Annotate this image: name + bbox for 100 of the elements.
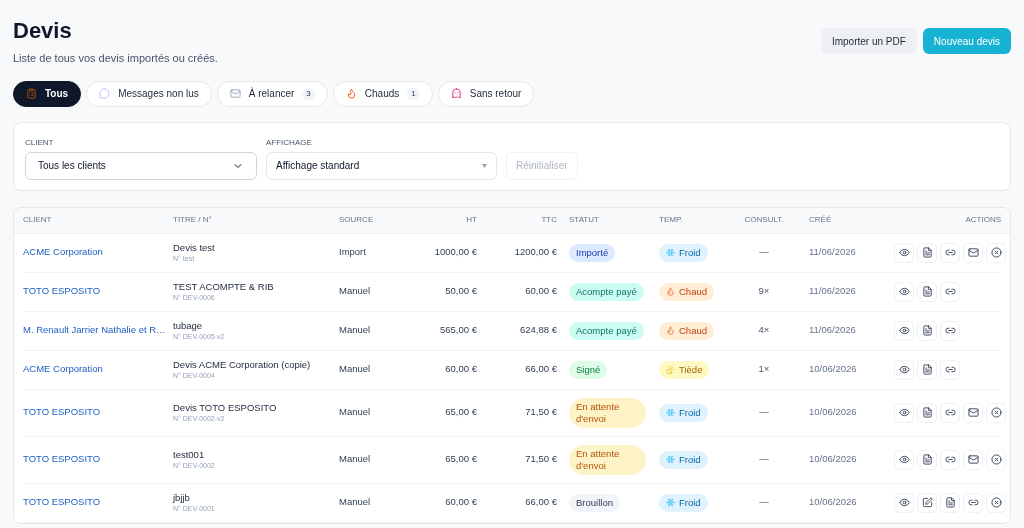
quote-title: Devis test <box>173 242 216 254</box>
document-button[interactable] <box>917 320 937 341</box>
cancel-button[interactable] <box>986 449 1006 470</box>
column-header: CONSULT. <box>743 214 785 226</box>
document-icon <box>921 454 933 465</box>
close-circle-icon <box>990 454 1002 465</box>
column-header: STATUT <box>568 214 600 226</box>
amount-ttc: 624,88 € <box>520 324 557 336</box>
status-badge: Acompte payé <box>569 282 644 301</box>
sun-cloud-icon <box>666 365 675 374</box>
flame-icon <box>666 326 675 335</box>
temperature-badge: Froid <box>659 403 708 422</box>
column-header: CRÉÉ <box>808 214 833 226</box>
link-button[interactable] <box>940 281 960 302</box>
client-select[interactable]: Tous les clients <box>25 151 257 180</box>
import-pdf-button[interactable]: Importer un PDF <box>820 28 917 54</box>
link-button[interactable] <box>963 492 983 513</box>
edit-button[interactable] <box>917 492 937 513</box>
view-count: — <box>759 246 769 258</box>
view-button[interactable] <box>894 402 914 423</box>
view-button[interactable] <box>894 281 914 302</box>
view-button[interactable] <box>894 242 914 263</box>
document-icon <box>921 407 933 418</box>
document-button[interactable] <box>917 281 937 302</box>
link-button[interactable] <box>940 320 960 341</box>
created-date: 10/06/2026 <box>809 453 857 465</box>
temperature-badge: Froid <box>659 450 708 469</box>
document-button[interactable] <box>917 359 937 380</box>
document-button[interactable] <box>917 402 937 423</box>
close-circle-icon <box>990 497 1002 508</box>
filter-tab[interactable]: Messages non lus <box>86 80 212 107</box>
source-text: Import <box>339 246 366 258</box>
source-text: Manuel <box>339 285 371 297</box>
view-button[interactable] <box>894 359 914 380</box>
client-link[interactable]: TOTO ESPOSITO <box>23 285 101 297</box>
link-icon <box>944 286 956 297</box>
status-badge: Acompte payé <box>569 321 644 340</box>
amount-ht: 65,00 € <box>445 453 477 465</box>
link-button[interactable] <box>940 359 960 380</box>
client-link[interactable]: TOTO ESPOSITO <box>23 453 101 465</box>
amount-ht: 65,00 € <box>445 406 477 418</box>
page-subtitle: Liste de tous vos devis importés ou créés. <box>13 51 218 66</box>
client-link[interactable]: ACME Corporation <box>23 246 103 258</box>
status-badge: En attente d'envoi <box>569 444 646 475</box>
source-text: Manuel <box>339 496 371 508</box>
view-button[interactable] <box>894 320 914 341</box>
document-button[interactable] <box>917 242 937 263</box>
status-badge: En attente d'envoi <box>569 397 646 428</box>
document-button[interactable] <box>940 492 960 513</box>
display-select[interactable]: Affichage standard <box>266 151 497 180</box>
client-link[interactable]: M. Renault Jarrier Nathalie et R… <box>23 324 166 336</box>
column-header: TTC <box>540 214 557 226</box>
email-button[interactable] <box>963 402 983 423</box>
clipboard-icon <box>26 88 37 99</box>
close-circle-icon <box>990 247 1002 258</box>
caret-icon <box>482 163 487 168</box>
view-button[interactable] <box>894 449 914 470</box>
view-count: — <box>759 406 769 418</box>
document-button[interactable] <box>917 449 937 470</box>
amount-ttc: 1200,00 € <box>514 246 557 258</box>
filter-tab[interactable]: Chauds 1 <box>332 80 433 107</box>
amount-ttc: 71,50 € <box>525 453 557 465</box>
quote-title: TEST ACOMPTE & RIB <box>173 281 275 293</box>
amount-ht: 60,00 € <box>445 496 477 508</box>
envelope-icon <box>967 247 979 258</box>
snowflake-icon <box>666 408 675 417</box>
view-count: 4× <box>758 324 770 336</box>
cancel-button[interactable] <box>986 402 1006 423</box>
client-link[interactable]: ACME Corporation <box>23 363 103 375</box>
temperature-badge: Chaud <box>659 282 714 301</box>
temperature-badge: Froid <box>659 493 708 512</box>
column-header: TITRE / N° <box>173 214 213 226</box>
column-header: HT <box>465 214 477 226</box>
email-button[interactable] <box>963 242 983 263</box>
link-button[interactable] <box>940 242 960 263</box>
column-header: TEMP. <box>659 214 684 226</box>
snowflake-icon <box>666 455 675 464</box>
filter-tab[interactable]: À relancer 3 <box>216 80 328 107</box>
envelope-icon <box>967 407 979 418</box>
eye-icon <box>898 286 910 297</box>
eye-icon <box>898 454 910 465</box>
link-button[interactable] <box>940 449 960 470</box>
email-button[interactable] <box>963 449 983 470</box>
filter-tab[interactable]: Tous <box>13 80 82 107</box>
created-date: 11/06/2026 <box>809 285 856 297</box>
eye-icon <box>898 364 910 375</box>
created-date: 11/06/2026 <box>809 246 856 258</box>
document-icon <box>921 247 933 258</box>
temperature-badge: Tiède <box>659 360 710 379</box>
client-link[interactable]: TOTO ESPOSITO <box>23 496 101 508</box>
status-badge: Signé <box>569 360 608 379</box>
cancel-button[interactable] <box>986 492 1006 513</box>
cancel-button[interactable] <box>986 242 1006 263</box>
quote-title: Devis ACME Corporation (copie) <box>173 359 312 371</box>
filter-tab[interactable]: Sans retour <box>437 80 535 107</box>
view-button[interactable] <box>894 492 914 513</box>
client-link[interactable]: TOTO ESPOSITO <box>23 406 101 418</box>
status-badge: Importé <box>569 243 616 262</box>
page-title: Devis <box>13 18 73 44</box>
link-button[interactable] <box>940 402 960 423</box>
